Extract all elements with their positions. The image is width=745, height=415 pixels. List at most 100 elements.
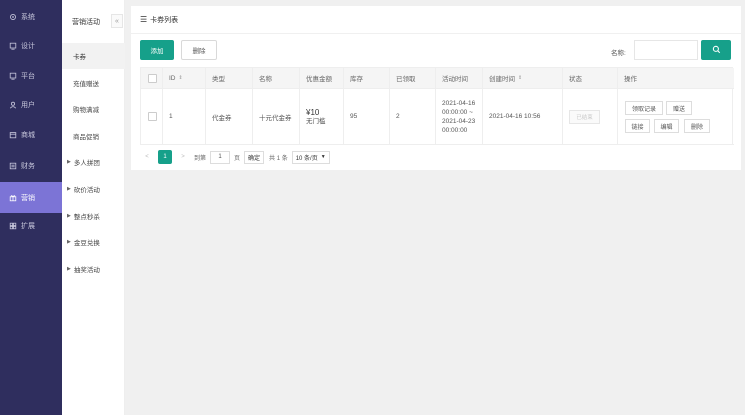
caret-right-icon: ▶	[67, 239, 71, 245]
goto-page-input[interactable]: 1	[210, 150, 231, 164]
sub-menu: 营销活动 卡券 充值赠送 购物满减 商品促销 ▶ 多人拼团 ▶ 砍价活动 ▶ 整点秒杀…	[62, 0, 125, 415]
search-button[interactable]	[701, 40, 731, 60]
sub-item-label: 购物满减	[73, 107, 99, 114]
list-icon: ☰	[140, 15, 148, 24]
nav-item-label: 用户	[21, 102, 35, 109]
cell-received: 2	[390, 89, 436, 144]
nav-item-marketing[interactable]: 营销	[0, 182, 62, 213]
page-size-select[interactable]: 10 条/页 ▼	[291, 150, 330, 164]
edit-button[interactable]: 编辑	[654, 119, 679, 133]
page-size-value: 10 条/页	[295, 155, 318, 162]
cell-id: 1	[163, 89, 206, 144]
goto-label: 到第	[194, 155, 207, 162]
sub-item-recharge[interactable]: 充值赠送	[62, 70, 125, 96]
nav-item-design[interactable]: 设计	[0, 32, 62, 60]
caret-right-icon: ▶	[67, 266, 71, 272]
nav-item-platform[interactable]: 平台	[0, 62, 62, 90]
cell-actions: 领取记录 赠送 链接 编辑 删除	[618, 89, 734, 144]
monitor-icon	[8, 42, 17, 51]
shop-icon	[8, 131, 17, 140]
coupon-table: ID ⇕ 类型 名称 优惠金额 库存 已领取 活动时间 创建时间 ⇕ 状态 操作 1…	[140, 67, 734, 145]
sub-item-group-buy[interactable]: ▶ 多人拼团	[62, 149, 125, 175]
amount-note: 无门槛	[306, 117, 326, 125]
row-select-cell	[141, 89, 163, 144]
sub-menu-title: 营销活动	[72, 19, 100, 26]
caret-right-icon: ▶	[67, 186, 71, 192]
column-header-stock: 库存	[344, 68, 390, 88]
ledger-icon	[8, 162, 17, 171]
column-header-type: 类型	[206, 68, 253, 88]
column-header-activity-time: 活动时间	[436, 68, 483, 88]
goto-confirm-button[interactable]: 确定	[244, 150, 265, 164]
nav-item-label: 系统	[21, 14, 35, 21]
nav-item-label: 财务	[21, 163, 35, 170]
table-row: 1 代金券 十元代金券 ¥10 无门槛 95 2 2021-04-16 00:0…	[141, 89, 734, 145]
monitor-icon	[8, 72, 17, 81]
gift-button[interactable]: 赠送	[666, 101, 692, 115]
delete-button[interactable]: 删除	[181, 40, 217, 60]
column-header-name: 名称	[253, 68, 300, 88]
nav-item-label: 商城	[21, 132, 35, 139]
cell-activity-time: 2021-04-16 00:00:00 ~ 2021-04-23 00:00:0…	[436, 89, 483, 144]
sub-item-full-reduction[interactable]: 购物满减	[62, 96, 125, 122]
column-header-label: 名称	[259, 76, 272, 83]
select-all-checkbox[interactable]	[148, 73, 157, 83]
page-unit-label: 页	[234, 155, 241, 162]
column-header-created[interactable]: 创建时间 ⇕	[483, 68, 563, 88]
caret-right-icon: ▶	[67, 159, 71, 165]
next-page-button[interactable]: >	[176, 150, 190, 164]
card-header: ☰ 卡券列表	[131, 6, 741, 34]
search-input[interactable]	[634, 40, 698, 60]
sub-item-flash-sale[interactable]: ▶ 整点秒杀	[62, 203, 125, 229]
sub-item-label: 卡券	[73, 54, 86, 61]
receive-records-button[interactable]: 领取记录	[625, 101, 663, 115]
sub-item-bean-exchange[interactable]: ▶ 金豆兑换	[62, 229, 125, 255]
nav-item-label: 扩展	[21, 223, 35, 230]
row-checkbox[interactable]	[148, 112, 157, 121]
table-header-row: ID ⇕ 类型 名称 优惠金额 库存 已领取 活动时间 创建时间 ⇕ 状态 操作	[141, 68, 734, 89]
nav-item-extension[interactable]: 扩展	[0, 212, 62, 240]
search-icon	[712, 45, 721, 56]
gear-icon	[8, 13, 17, 22]
user-icon	[8, 101, 17, 110]
nav-item-user[interactable]: 用户	[0, 91, 62, 119]
time-end-clock: 00:00:00	[442, 126, 468, 134]
column-header-amount: 优惠金额	[300, 68, 344, 88]
nav-item-system[interactable]: 系统	[0, 3, 62, 31]
nav-item-label: 平台	[21, 73, 35, 80]
total-count: 共 1 条	[269, 155, 288, 162]
nav-item-finance[interactable]: 财务	[0, 152, 62, 180]
sub-item-label: 多人拼团	[73, 160, 100, 167]
column-header-id[interactable]: ID ⇕	[163, 68, 206, 88]
sub-item-lottery[interactable]: ▶ 抽奖活动	[62, 256, 125, 282]
pagination: < 1 > 到第 1 页 确定 共 1 条 10 条/页 ▼	[140, 149, 330, 165]
prev-page-button[interactable]: <	[140, 150, 154, 164]
column-header-received: 已领取	[390, 68, 436, 88]
cell-type: 代金券	[206, 89, 253, 144]
sub-item-label: 砍价活动	[73, 187, 100, 194]
cell-status: 已结束	[563, 89, 618, 144]
select-all-cell	[141, 68, 163, 88]
column-header-label: 已领取	[396, 76, 416, 83]
coupon-list-card: ☰ 卡券列表 添加 删除 名称: ID ⇕ 类型 名称 优惠金额 库存 已领取 活…	[131, 6, 741, 170]
amount-value: ¥10	[306, 107, 320, 117]
page-1-button[interactable]: 1	[158, 150, 172, 164]
sub-item-label: 整点秒杀	[73, 214, 100, 221]
collapse-button[interactable]: «	[111, 14, 123, 28]
nav-item-shop[interactable]: 商城	[0, 121, 62, 149]
row-delete-button[interactable]: 删除	[684, 119, 710, 133]
sub-item-promotion[interactable]: 商品促销	[62, 123, 125, 149]
add-button[interactable]: 添加	[140, 40, 174, 60]
sub-item-coupon[interactable]: 卡券	[62, 43, 125, 69]
column-header-label: 活动时间	[442, 76, 468, 83]
link-button[interactable]: 链接	[625, 119, 650, 133]
cell-name: 十元代金券	[253, 89, 300, 144]
time-end-date: 2021-04-23	[442, 117, 476, 125]
chevron-down-icon: ▼	[320, 154, 326, 160]
search-label: 名称:	[611, 50, 626, 57]
sort-icon: ⇕	[518, 75, 523, 81]
sub-item-bargain[interactable]: ▶ 砍价活动	[62, 176, 125, 202]
sub-item-label: 商品促销	[73, 134, 99, 141]
sort-icon: ⇕	[178, 75, 183, 81]
sub-item-label: 金豆兑换	[73, 240, 100, 247]
